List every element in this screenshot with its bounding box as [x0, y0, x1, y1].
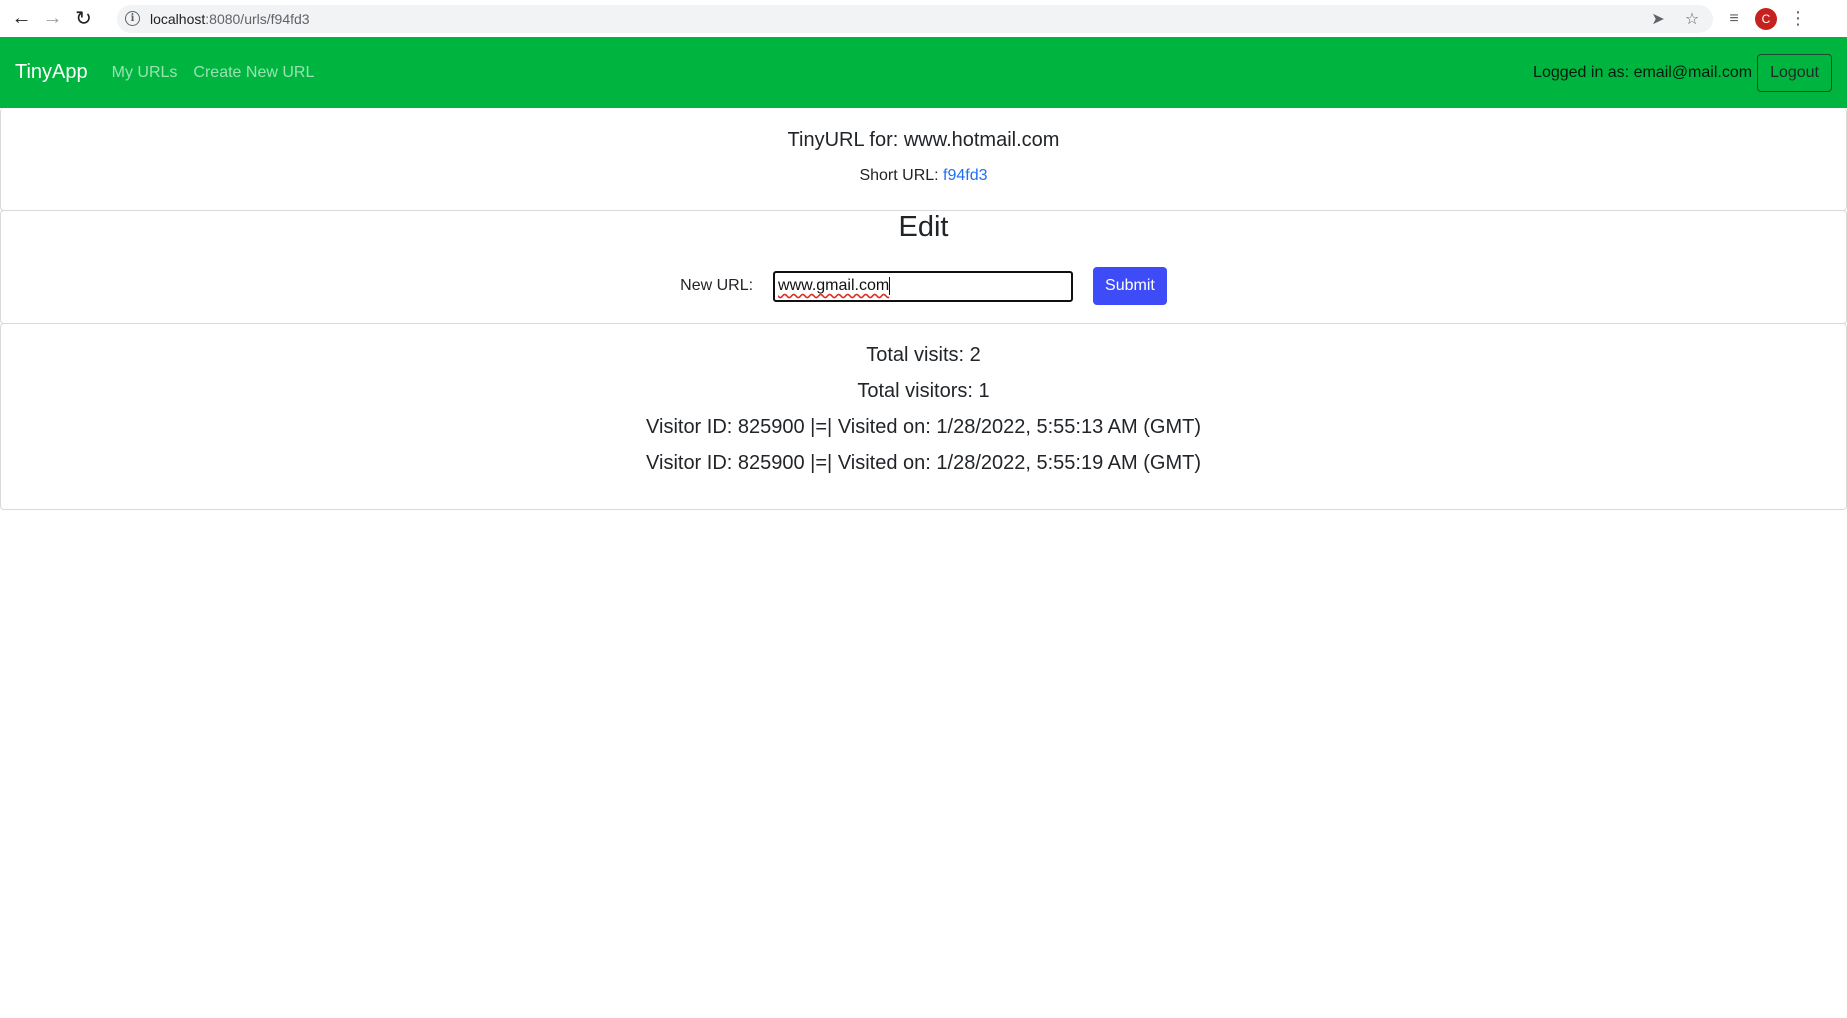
nav-link-my-urls[interactable]: My URLs	[112, 64, 178, 82]
edit-title: Edit	[898, 211, 949, 243]
nav-link-create-new-url[interactable]: Create New URL	[193, 64, 314, 82]
visit-entry: Visitor ID: 825900 |=| Visited on: 1/28/…	[646, 416, 1201, 438]
visit-entry: Visitor ID: 825900 |=| Visited on: 1/28/…	[646, 452, 1201, 474]
logout-button[interactable]: Logout	[1757, 53, 1832, 92]
new-url-input-value: www.gmail.com	[778, 277, 890, 294]
short-url-link[interactable]: f94fd3	[943, 167, 987, 184]
edit-form: New URL: www.gmail.com Submit	[1, 267, 1846, 305]
edit-card: Edit New URL: www.gmail.com Submit	[0, 210, 1847, 324]
total-visits: Total visits: 2	[866, 344, 981, 366]
menu-kebab-icon[interactable]: ⋮	[1789, 8, 1807, 29]
url-host: localhost	[150, 10, 206, 27]
logged-in-text: Logged in as: email@mail.com	[1533, 63, 1753, 81]
tinyurl-title: TinyURL for: www.hotmail.com	[787, 129, 1060, 151]
browser-toolbar: ← → ↻ i localhost:8080/urls/f94fd3 ➤ ☆ ≡…	[0, 0, 1847, 37]
total-visitors: Total visitors: 1	[857, 380, 990, 402]
new-url-label: New URL:	[680, 277, 754, 294]
url-info-card: TinyURL for: www.hotmail.com Short URL: …	[0, 108, 1847, 211]
brand-logo[interactable]: TinyApp	[15, 61, 88, 84]
reload-icon[interactable]: ↻	[68, 0, 99, 37]
info-icon[interactable]: i	[125, 11, 140, 26]
star-icon[interactable]: ☆	[1683, 9, 1701, 29]
send-icon[interactable]: ➤	[1649, 9, 1667, 29]
profile-avatar[interactable]: C	[1755, 7, 1777, 30]
new-url-input[interactable]: www.gmail.com	[773, 270, 1074, 302]
back-arrow-icon[interactable]: ←	[6, 0, 37, 37]
forward-arrow-icon[interactable]: →	[37, 0, 68, 37]
media-queue-icon[interactable]: ≡	[1725, 10, 1743, 28]
text-cursor	[889, 277, 891, 295]
address-bar[interactable]: i localhost:8080/urls/f94fd3 ➤ ☆	[117, 4, 1713, 33]
short-url-line: Short URL: f94fd3	[1, 167, 1846, 185]
navbar-user-area: Logged in as: email@mail.com Logout	[1533, 53, 1832, 92]
short-url-label: Short URL:	[859, 167, 939, 184]
app-navbar: TinyApp My URLs Create New URL Logged in…	[0, 37, 1847, 108]
url-path: :8080/urls/f94fd3	[205, 10, 310, 27]
stats-card: Total visits: 2 Total visitors: 1 Visito…	[0, 323, 1847, 510]
submit-button[interactable]: Submit	[1093, 267, 1167, 305]
